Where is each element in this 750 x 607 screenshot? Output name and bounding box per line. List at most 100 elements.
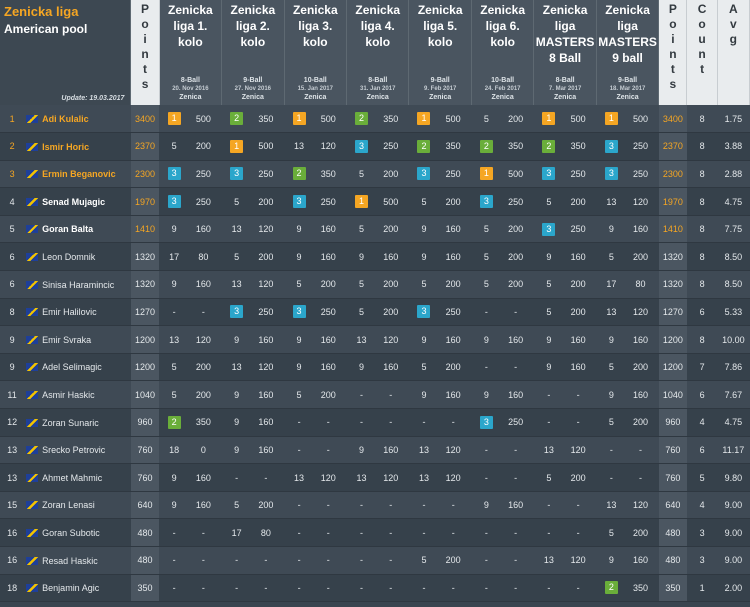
placement: 3: [224, 305, 250, 319]
placement: 9: [598, 555, 624, 565]
placement-value: 13: [294, 141, 305, 152]
placement: -: [286, 445, 312, 455]
round-result: --: [349, 583, 407, 593]
round-date: 7. Mar 2017: [548, 86, 582, 92]
round-result: 3 250: [411, 167, 469, 181]
placement: 5: [536, 473, 562, 483]
round-result: 13 120: [598, 197, 656, 207]
round-result-cell: 3 250: [408, 298, 472, 327]
round-result: 3 250: [224, 167, 282, 181]
avg-cell: 2.88: [717, 160, 750, 189]
round-result-cell: --: [284, 518, 347, 547]
round-result: 13 120: [224, 279, 282, 289]
round-city: Zenica: [616, 94, 639, 101]
round-result-cell: 5 200: [533, 298, 597, 327]
round-points: 200: [320, 389, 336, 400]
bosnia-flag-icon: [26, 197, 39, 206]
table-row: 11 Asmir Haskic 1040 5 200 9 160 5 200- -9 160 9 160…: [0, 380, 750, 410]
count-cell: 8: [686, 132, 718, 161]
total-points-cell: 480: [658, 546, 687, 575]
round-result: 5 200: [411, 362, 469, 372]
round-result: --: [286, 528, 344, 538]
avg-cell: 11.17: [717, 436, 750, 465]
table-title-cell: Zenicka liga American pool Update: 19.03…: [0, 0, 132, 105]
placement-value: -: [609, 444, 613, 455]
round-result: 5 200: [536, 307, 594, 317]
placement-value: 13: [231, 279, 242, 290]
placement-value: 9: [608, 389, 614, 400]
round-result-cell: 13 120: [408, 436, 472, 465]
placement: 3: [536, 167, 562, 181]
round-result-cell: 9 160: [159, 491, 222, 520]
bosnia-flag-icon: [26, 363, 39, 372]
placement-value: -: [360, 389, 364, 400]
round-result: 1 500: [473, 167, 531, 181]
round-points: 120: [445, 472, 461, 483]
round-result-cell: 9 160: [284, 242, 347, 272]
table-row: 16 Goran Subotic 480- -17 80- - - - - - - - - -5 200 48…: [0, 518, 750, 547]
rank-cell: 16: [0, 518, 25, 547]
player-name: Adi Kulalic: [42, 113, 89, 124]
round-result-cell: 5 200: [346, 270, 409, 299]
round-points: 120: [383, 472, 399, 483]
total-points-cell: 1320: [658, 270, 687, 299]
medal-badge: 2: [417, 139, 431, 153]
points-cell: 1410: [130, 215, 160, 244]
medal-badge: 2: [230, 112, 244, 126]
round-result-cell: 5 200: [221, 491, 285, 520]
round-result: --: [411, 583, 469, 593]
round-result: --: [349, 417, 407, 427]
round-result-cell: --: [596, 436, 659, 465]
round-result-cell: 3 250: [284, 187, 347, 216]
round-game: 10-Ball: [303, 77, 327, 84]
placement: 9: [536, 335, 562, 345]
round-points: 160: [258, 444, 274, 455]
round-points: -: [514, 306, 518, 317]
round-result-cell: 3 250: [533, 215, 597, 244]
round-result: 5 200: [349, 279, 407, 289]
round-points: -: [264, 555, 268, 566]
header-letter: o: [141, 17, 149, 31]
round-result-cell: 13 120: [346, 463, 409, 492]
placement: 5: [349, 224, 375, 234]
placement: 9: [161, 500, 187, 510]
round-result: 13 120: [161, 335, 219, 345]
placement: -: [161, 307, 187, 317]
round-result-cell: 3 250: [346, 132, 409, 161]
round-result: 5 200: [161, 390, 219, 400]
total-points-cell: 1200: [658, 353, 687, 382]
placement: 2: [473, 139, 499, 153]
round-result-cell: 13 120: [596, 298, 659, 327]
table-row: 8 Emir Halilovic 1270- -3 250 3 250 5 200 3 250- -5…: [0, 298, 750, 327]
placement: 3: [286, 305, 312, 319]
placement-value: 5: [608, 527, 614, 538]
placement-value: 9: [608, 334, 614, 345]
placement: -: [536, 583, 562, 593]
round-result-cell: 3 250: [159, 160, 222, 189]
round-result: 5 200: [349, 307, 407, 317]
round-points: 160: [508, 389, 524, 400]
round-result-cell: 2 350: [221, 105, 285, 134]
round-game: 8-Ball: [180, 77, 200, 84]
placement-value: -: [484, 444, 488, 455]
placement-value: -: [297, 555, 301, 566]
points-cell: 1200: [130, 353, 160, 382]
player-name: Asmir Haskic: [42, 390, 95, 401]
round-result: 9 160: [161, 279, 219, 289]
placement-value: 5: [608, 251, 614, 262]
round-result: 13 120: [349, 335, 407, 345]
round-result-cell: 17 80: [596, 270, 659, 299]
placement: 5: [473, 252, 499, 262]
round-points: 250: [508, 196, 524, 207]
placement: -: [161, 583, 187, 593]
round-result-cell: --: [221, 463, 285, 492]
round-points: 160: [508, 334, 524, 345]
round-points: 160: [633, 334, 649, 345]
round-result-cell: --: [533, 574, 597, 603]
points-cell: 1040: [130, 380, 160, 410]
round-points: -: [639, 472, 643, 483]
placement-value: 17: [231, 527, 242, 538]
round-points: -: [639, 444, 643, 455]
placement-value: 13: [356, 334, 367, 345]
placement: 3: [224, 167, 250, 181]
